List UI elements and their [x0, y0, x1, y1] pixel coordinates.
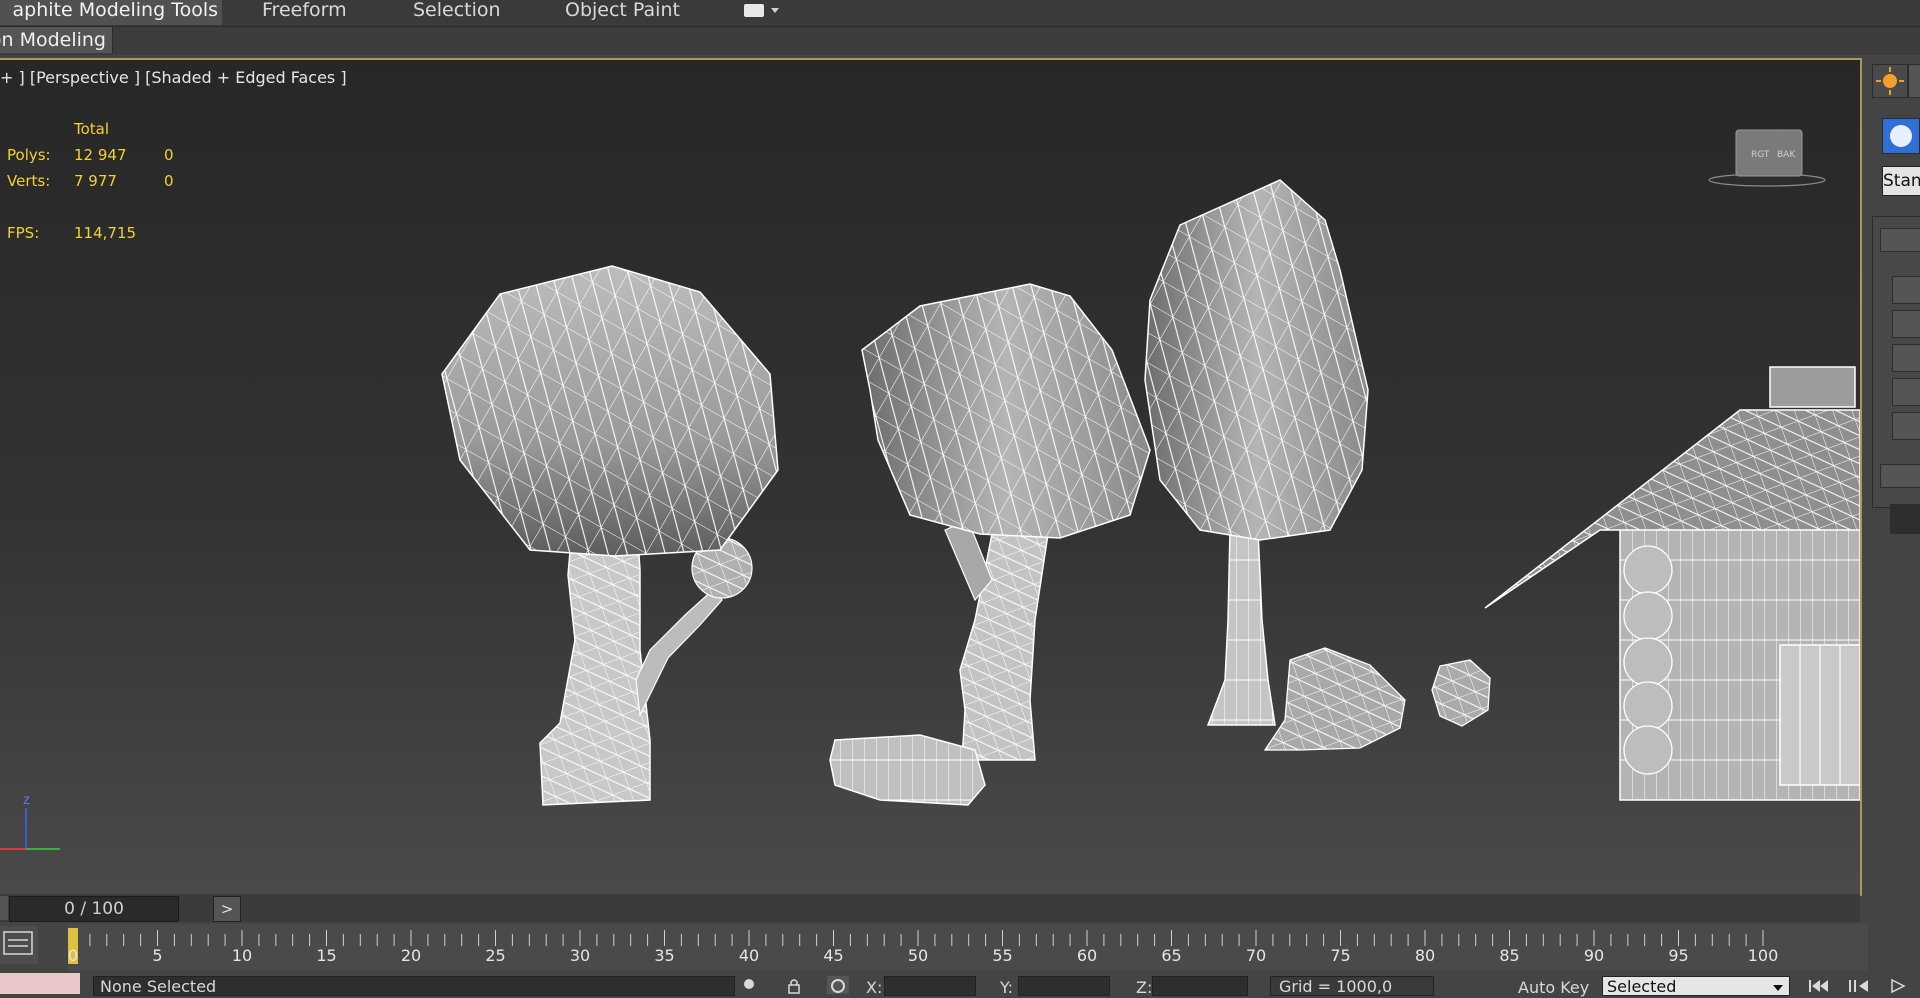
- grid-size: Grid = 1000,0: [1270, 976, 1434, 996]
- z-coord-label: Z:: [1136, 978, 1153, 997]
- rock-2[interactable]: [1431, 659, 1491, 727]
- ribbon-menu-icon: [744, 4, 764, 17]
- track-bar-tick-label: 10: [231, 946, 253, 965]
- maxscript-listener[interactable]: [0, 973, 80, 994]
- selection-status-text: None Selected: [100, 977, 217, 996]
- lock-selection-icon[interactable]: [742, 978, 756, 994]
- geometry-button[interactable]: [1882, 118, 1920, 154]
- track-view-icon: [3, 931, 33, 955]
- object-button-1[interactable]: [1892, 276, 1920, 304]
- stats-verts-label: Verts:: [7, 172, 51, 190]
- stats-total-header: Total: [74, 120, 110, 138]
- track-bar-tick-label: 95: [1668, 946, 1689, 965]
- track-bar-tick-label: 40: [738, 946, 760, 965]
- ribbon-options-button[interactable]: [742, 2, 780, 22]
- stats-verts-selected: 0: [164, 172, 174, 190]
- axis-z-label: z: [23, 793, 30, 808]
- track-bar-tick-label: 5: [152, 946, 163, 965]
- track-bar-tick-label: 20: [400, 946, 422, 965]
- sun-icon: [1876, 67, 1904, 95]
- time-slider[interactable]: 0 / 100: [9, 896, 179, 922]
- tree-2[interactable]: [829, 283, 1151, 806]
- stats-polys-total: 12 947: [74, 146, 127, 164]
- track-bar-tick-label: 65: [1161, 946, 1182, 965]
- object-button-3[interactable]: [1892, 344, 1920, 372]
- object-type-dropdown[interactable]: Stan: [1882, 166, 1920, 196]
- axis-tripod-icon: [0, 808, 60, 850]
- object-button-5[interactable]: [1892, 412, 1920, 440]
- stats-verts-total: 7 977: [74, 172, 117, 190]
- track-bar-tick-label: 15: [316, 946, 337, 965]
- go-to-start-icon[interactable]: [1806, 978, 1832, 994]
- chevron-down-icon: [771, 8, 779, 13]
- key-filter-value: Selected: [1607, 977, 1677, 996]
- tab-object-paint[interactable]: Object Paint: [565, 0, 680, 25]
- viewcube-face-right: RGT: [1751, 150, 1770, 160]
- rollout-collapse-button[interactable]: [1880, 228, 1920, 252]
- rock-1[interactable]: [1263, 647, 1406, 751]
- time-prev-button[interactable]: [0, 896, 8, 920]
- track-bar-tick-label: 55: [992, 946, 1013, 965]
- tab-modify[interactable]: [1908, 64, 1920, 98]
- track-bar-tick-label: 70: [1245, 946, 1267, 965]
- x-coord-input[interactable]: [884, 976, 976, 996]
- track-bar-tick-label: 75: [1330, 946, 1351, 965]
- key-filter-dropdown[interactable]: Selected: [1602, 976, 1790, 996]
- y-coord-input[interactable]: [1018, 976, 1110, 996]
- play-icon[interactable]: [1888, 978, 1910, 994]
- viewcube-face-back: BAK: [1777, 150, 1796, 160]
- x-coord-label: X:: [866, 978, 883, 997]
- sphere-icon: [1890, 125, 1912, 147]
- object-button-2[interactable]: [1892, 310, 1920, 338]
- track-bar-tick-label: 90: [1583, 946, 1605, 965]
- perspective-viewport[interactable]: RGT BAK z + ] [Perspective ] [Shaded + E…: [0, 58, 1862, 896]
- stats-fps-label: FPS:: [7, 224, 40, 242]
- object-button-4[interactable]: [1892, 378, 1920, 406]
- curve-editor-toggle[interactable]: [0, 926, 38, 964]
- scene-render: RGT BAK z: [0, 129, 1860, 850]
- time-slider-row: [0, 894, 1860, 922]
- tab-freeform[interactable]: Freeform: [262, 0, 347, 25]
- rollout-name-color[interactable]: [1880, 464, 1920, 488]
- selection-status: None Selected: [93, 976, 735, 996]
- track-bar-tick-label: 80: [1414, 946, 1436, 965]
- stats-polys-label: Polys:: [7, 146, 51, 164]
- y-coord-label: Y:: [1000, 978, 1014, 997]
- track-bar-tick-label: 0: [67, 946, 79, 965]
- track-bar-tick-label: 30: [569, 946, 591, 965]
- viewport-label[interactable]: + ] [Perspective ] [Shaded + Edged Faces…: [0, 68, 347, 87]
- track-bar-tick-label: 35: [654, 946, 675, 965]
- name-input[interactable]: [1890, 504, 1920, 534]
- ribbon-panel-row: [0, 27, 1920, 55]
- panel-label: on Modeling: [0, 29, 106, 51]
- grid-size-text: Grid = 1000,0: [1279, 977, 1393, 996]
- tab-selection[interactable]: Selection: [413, 0, 501, 25]
- previous-frame-icon[interactable]: [1846, 978, 1874, 994]
- track-bar-tick-label: 25: [485, 946, 506, 965]
- time-next-button[interactable]: >: [213, 896, 241, 922]
- stats-polys-selected: 0: [164, 146, 174, 164]
- z-coord-input[interactable]: [1152, 976, 1248, 996]
- lock-icon[interactable]: [786, 978, 802, 994]
- tab-create[interactable]: [1872, 64, 1908, 98]
- track-bar-tick-label: 45: [823, 946, 844, 965]
- tree-1[interactable]: [441, 265, 779, 806]
- panel-polygon-modeling[interactable]: on Modeling: [0, 27, 113, 53]
- stats-fps-value: 114,715: [74, 224, 137, 242]
- tab-label: aphite Modeling Tools: [12, 0, 218, 21]
- track-bar-tick-label: 50: [907, 946, 929, 965]
- command-panel: Stan: [1864, 58, 1920, 994]
- auto-key-button[interactable]: Auto Key: [1518, 978, 1589, 997]
- chevron-down-icon: [1773, 985, 1783, 991]
- transform-mode-icon[interactable]: [827, 976, 849, 994]
- log-cabin[interactable]: [1484, 366, 1860, 801]
- track-bar-tick-label: 85: [1499, 946, 1520, 965]
- track-bar-tick-label: 100: [1747, 946, 1779, 965]
- tree-3[interactable]: [1144, 179, 1369, 726]
- track-bar-tick-label: 60: [1076, 946, 1098, 965]
- tab-graphite-modeling-tools[interactable]: aphite Modeling Tools: [0, 0, 222, 25]
